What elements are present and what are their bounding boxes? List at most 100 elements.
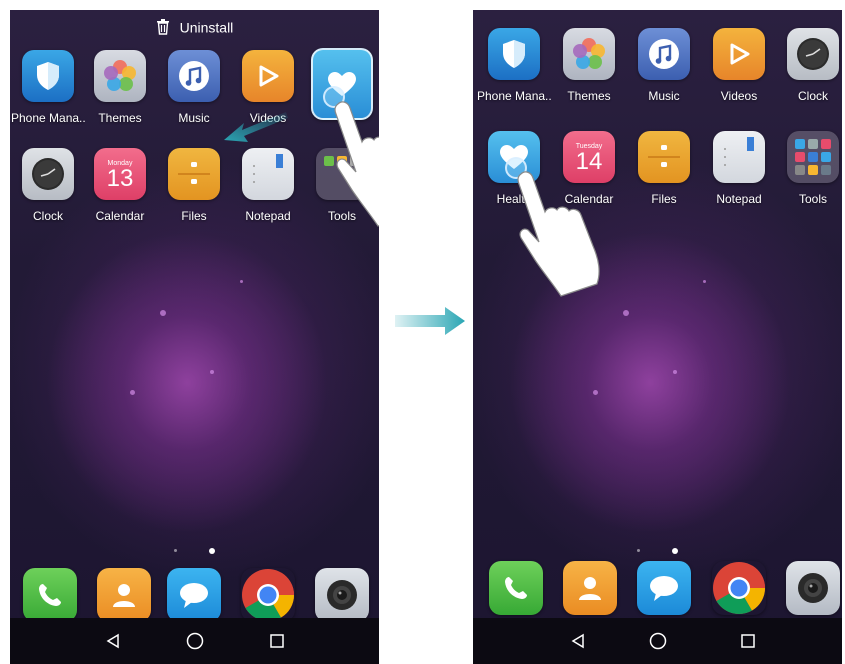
app-clock[interactable]: Clock bbox=[11, 148, 85, 223]
dock-chrome[interactable] bbox=[702, 561, 776, 615]
folder-icon bbox=[638, 131, 690, 183]
app-label: Phone Mana.. bbox=[477, 89, 551, 103]
dock-messages[interactable] bbox=[627, 561, 701, 615]
app-label: Calendar bbox=[95, 209, 145, 223]
app-phone-manager[interactable]: Phone Mana.. bbox=[11, 50, 85, 125]
app-label: Files bbox=[651, 192, 677, 206]
touch-point bbox=[505, 157, 527, 179]
app-label: Music bbox=[648, 89, 680, 103]
contacts-icon bbox=[97, 568, 151, 622]
navigation-bar bbox=[10, 618, 379, 664]
phone-icon bbox=[489, 561, 543, 615]
calendar-icon: Tuesday 14 bbox=[563, 131, 615, 183]
play-icon bbox=[242, 50, 294, 102]
app-themes[interactable]: Themes bbox=[83, 50, 157, 125]
app-calendar[interactable]: Monday 13 Calendar bbox=[83, 148, 157, 223]
recents-square-icon[interactable] bbox=[737, 630, 759, 652]
recents-square-icon[interactable] bbox=[266, 630, 288, 652]
app-label: Notepad bbox=[716, 192, 762, 206]
app-tools-folder[interactable]: Tools bbox=[776, 131, 842, 206]
clock-icon bbox=[787, 28, 839, 80]
app-videos[interactable]: Videos bbox=[702, 28, 776, 103]
trash-icon bbox=[156, 19, 169, 35]
home-circle-icon[interactable] bbox=[184, 630, 206, 652]
folder-grid-icon bbox=[316, 148, 368, 200]
app-label: Health bbox=[496, 192, 532, 206]
play-icon bbox=[713, 28, 765, 80]
uninstall-label: Uninstall bbox=[179, 19, 234, 36]
folder-icon bbox=[168, 148, 220, 200]
dock-messages[interactable] bbox=[157, 568, 231, 622]
app-health[interactable]: Health bbox=[477, 131, 551, 206]
home-screen-before: Uninstall Phone Mana.. Themes Music Vide… bbox=[10, 10, 379, 664]
dock-phone[interactable] bbox=[13, 568, 87, 622]
app-label: Tools bbox=[798, 192, 827, 206]
heart-icon bbox=[311, 48, 373, 120]
calendar-icon: Monday 13 bbox=[94, 148, 146, 200]
flower-icon bbox=[94, 50, 146, 102]
page-dot[interactable] bbox=[174, 549, 177, 553]
app-clock[interactable]: Clock bbox=[776, 28, 842, 103]
messages-icon bbox=[637, 561, 691, 615]
notepad-icon bbox=[242, 148, 294, 200]
app-label: Clock bbox=[32, 209, 63, 223]
app-health-dragging[interactable] bbox=[305, 48, 379, 120]
app-tools-folder[interactable]: Tools bbox=[305, 148, 379, 223]
app-label: Phone Mana.. bbox=[11, 111, 85, 125]
page-indicator bbox=[473, 542, 842, 560]
folder-grid-icon bbox=[787, 131, 839, 183]
music-note-icon bbox=[638, 28, 690, 80]
app-files[interactable]: Files bbox=[157, 148, 231, 223]
app-notepad[interactable]: Notepad bbox=[702, 131, 776, 206]
app-themes[interactable]: Themes bbox=[552, 28, 626, 103]
app-label: Notepad bbox=[245, 209, 291, 223]
messages-icon bbox=[167, 568, 221, 622]
clock-icon bbox=[22, 148, 74, 200]
chrome-icon bbox=[712, 561, 766, 615]
dock-phone[interactable] bbox=[479, 561, 553, 615]
app-label: Videos bbox=[720, 89, 758, 103]
shield-icon bbox=[22, 50, 74, 102]
app-label: Tools bbox=[327, 209, 356, 223]
music-note-icon bbox=[168, 50, 220, 102]
dock-camera[interactable] bbox=[776, 561, 842, 615]
back-triangle-icon[interactable] bbox=[567, 630, 589, 652]
touch-point bbox=[323, 86, 345, 108]
phone-icon bbox=[23, 568, 77, 622]
app-label: Themes bbox=[567, 89, 611, 103]
back-triangle-icon[interactable] bbox=[102, 630, 124, 652]
shield-icon bbox=[488, 28, 540, 80]
app-music[interactable]: Music bbox=[627, 28, 701, 103]
page-dot[interactable] bbox=[637, 549, 640, 553]
page-dot-active[interactable] bbox=[672, 547, 678, 554]
flower-icon bbox=[563, 28, 615, 80]
page-dot-active[interactable] bbox=[209, 547, 215, 554]
app-files[interactable]: Files bbox=[627, 131, 701, 206]
navigation-bar bbox=[473, 618, 842, 664]
page-indicator bbox=[10, 542, 379, 560]
heart-icon bbox=[488, 131, 540, 183]
home-screen-after: Phone Mana.. Themes Music Videos Clock H… bbox=[473, 10, 842, 664]
chrome-icon bbox=[241, 568, 295, 622]
dock-chrome[interactable] bbox=[231, 568, 305, 622]
uninstall-drop-target[interactable]: Uninstall bbox=[10, 18, 379, 35]
app-label: Themes bbox=[98, 111, 142, 125]
dock-contacts[interactable] bbox=[553, 561, 627, 615]
calendar-day-number: 13 bbox=[106, 164, 134, 192]
camera-icon bbox=[786, 561, 840, 615]
app-phone-manager[interactable]: Phone Mana.. bbox=[477, 28, 551, 103]
app-label: Clock bbox=[797, 89, 828, 103]
home-circle-icon[interactable] bbox=[647, 630, 669, 652]
dock-contacts[interactable] bbox=[87, 568, 161, 622]
transition-arrow-icon bbox=[395, 307, 465, 335]
camera-icon bbox=[315, 568, 369, 622]
app-notepad[interactable]: Notepad bbox=[231, 148, 305, 223]
app-label: Calendar bbox=[564, 192, 614, 206]
app-calendar[interactable]: Tuesday 14 Calendar bbox=[552, 131, 626, 206]
dock-camera[interactable] bbox=[305, 568, 379, 622]
app-label: Files bbox=[181, 209, 207, 223]
contacts-icon bbox=[563, 561, 617, 615]
notepad-icon bbox=[713, 131, 765, 183]
drag-arrow-icon bbox=[224, 112, 288, 142]
calendar-day-number: 14 bbox=[575, 147, 603, 175]
